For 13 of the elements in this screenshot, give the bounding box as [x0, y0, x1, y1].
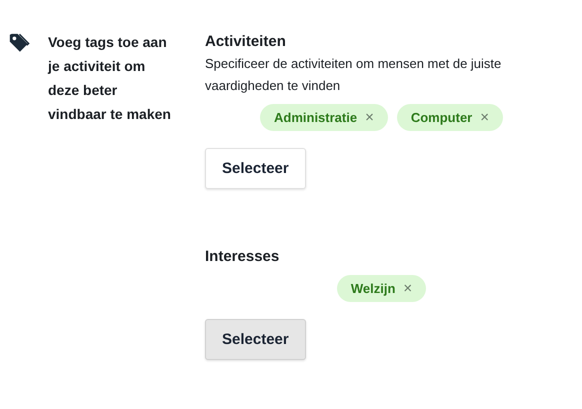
- remove-tag-button[interactable]: ×: [403, 282, 412, 296]
- tag-label: Computer: [410, 110, 472, 125]
- section-description: Specificeer de activiteiten om mensen met de juiste vaardigheden te vinden: [205, 55, 502, 95]
- select-button[interactable]: Selecteer: [205, 319, 306, 360]
- intro-text: Voeg tags toe aan je activiteit om deze beter vindbaar te maken: [48, 33, 172, 124]
- remove-tag-button[interactable]: ×: [480, 110, 489, 124]
- tag-label: Administratie: [274, 110, 358, 125]
- tag-icon: [8, 32, 30, 54]
- tag-label: Welzijn: [350, 281, 396, 296]
- remove-tag-button[interactable]: ×: [365, 110, 374, 124]
- section-title: Interesses: [205, 247, 280, 267]
- section-title: Activiteiten: [205, 32, 286, 52]
- select-button[interactable]: Selecteer: [205, 148, 306, 189]
